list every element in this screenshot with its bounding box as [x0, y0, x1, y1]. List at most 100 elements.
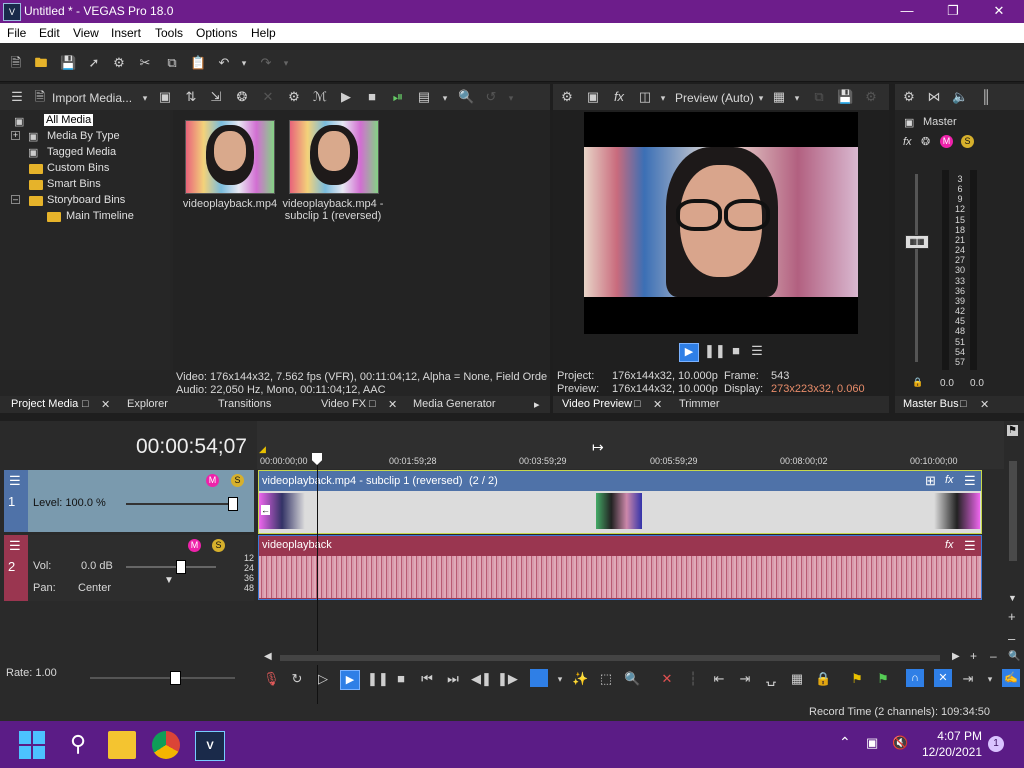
timeline-ruler[interactable]: ◢ 00:00:00;00 00:01:59;28 00:03:59;29 00… [257, 421, 1004, 469]
video-preview-box-icon[interactable]: □ [634, 398, 641, 410]
undo-history-dropdown-icon[interactable]: ▾ [236, 55, 252, 71]
network-icon[interactable]: ▣ [866, 735, 878, 751]
zoom-in-icon[interactable]: + [970, 649, 977, 663]
auto-ripple-icon[interactable]: ⇥ [960, 671, 976, 687]
insert-region-icon[interactable]: ⚑ [875, 671, 891, 687]
next-frame-icon[interactable]: ❚▶ [497, 671, 518, 687]
paste-icon[interactable]: 📋 [190, 55, 206, 71]
mute-icon[interactable]: M [940, 135, 953, 148]
scroll-left-icon[interactable]: ◀ [264, 651, 272, 662]
lock-envelopes-icon[interactable]: ✍ [1002, 669, 1020, 687]
play-media-icon[interactable]: ▶ [338, 89, 354, 105]
timeline-play-button[interactable]: ▶ [340, 670, 360, 690]
menu-file[interactable]: File [7, 26, 26, 40]
loop-playback-icon[interactable]: ↻ [289, 671, 305, 687]
menu-view[interactable]: View [73, 26, 99, 40]
volume-muted-icon[interactable]: 🔇 [892, 735, 908, 751]
playhead-handle[interactable] [312, 453, 322, 465]
scroll-down-icon[interactable]: ▼ [1008, 593, 1017, 603]
audio-clip-menu-icon[interactable]: ☰ [964, 538, 976, 554]
preview-menu-icon[interactable]: ☰ [749, 343, 765, 359]
menu-edit[interactable]: Edit [39, 26, 60, 40]
go-to-start-icon[interactable]: ⏮ [419, 671, 435, 687]
open-folder-icon[interactable]: 🖿 [33, 55, 49, 71]
fx-icon[interactable]: fx [611, 89, 627, 105]
overlays-grid-icon[interactable]: ▦ [771, 89, 787, 105]
menu-help[interactable]: Help [251, 26, 276, 40]
auto-preview-icon[interactable]: ⏯ [390, 89, 406, 105]
solo-icon[interactable]: S [961, 135, 974, 148]
minimize-button[interactable]: — [884, 1, 930, 21]
undo-icon[interactable]: ↶ [216, 55, 232, 71]
tab-close-box-icon[interactable]: □ [82, 398, 89, 410]
delete-icon[interactable]: ✕ [659, 671, 675, 687]
selection-edit-icon[interactable]: ⬚ [598, 671, 614, 687]
preview-play-button[interactable]: ▶ [679, 343, 699, 362]
panel-menu-icon[interactable]: ☰ [9, 89, 25, 105]
envelope-edit-icon[interactable]: ✨ [572, 671, 588, 687]
tab-project-media[interactable]: Project Media [11, 398, 78, 410]
loop-start-marker-icon[interactable]: ◢ [259, 444, 266, 455]
chrome-icon[interactable] [152, 731, 180, 759]
trim-icon[interactable]: ┆ [685, 671, 701, 687]
new-file-icon[interactable]: 🗎 [8, 55, 24, 71]
properties-gear-icon[interactable]: ⚙ [111, 55, 127, 71]
vertical-scroll-thumb[interactable] [1009, 461, 1017, 561]
copy-icon[interactable]: ⧉ [164, 55, 180, 71]
timeline-pause-icon[interactable]: ❚❚ [367, 671, 389, 687]
tab-close-icon[interactable]: ✕ [101, 398, 110, 411]
audio-event-fx-icon[interactable]: fx [945, 539, 954, 551]
master-fader-handle[interactable]: ▦▦ [905, 235, 929, 249]
tree-item-media-by-type[interactable]: Media By Type [47, 130, 120, 142]
horizontal-scroll-thumb[interactable] [280, 655, 940, 661]
vegas-taskbar-icon[interactable]: V [195, 731, 225, 761]
scroll-right-icon[interactable]: ▶ [952, 651, 960, 662]
redo-history-dropdown-icon[interactable]: ▾ [278, 55, 294, 71]
audio-clip[interactable]: videoplayback fx ☰ [258, 535, 982, 600]
tree-collapse-icon[interactable]: – [11, 195, 20, 204]
mixer-settings-icon[interactable]: ⚙ [901, 89, 917, 105]
save-snapshot-icon[interactable]: 💾 [837, 89, 853, 105]
pan-slider-handle-icon[interactable]: ▼ [164, 575, 174, 586]
views-dropdown-icon[interactable]: ▾ [437, 90, 453, 106]
auto-crossfade-icon[interactable]: ✕ [934, 669, 952, 687]
fader-lock-icon[interactable]: 🔒 [912, 377, 923, 388]
menu-insert[interactable]: Insert [111, 26, 141, 40]
close-button[interactable]: ✕ [976, 1, 1022, 21]
master-checkbox-icon[interactable]: ▣ [904, 116, 914, 129]
search-media-icon[interactable]: 🔍 [458, 89, 474, 105]
tree-item-all-media[interactable]: All Media [44, 114, 94, 126]
split-dropdown-icon[interactable]: ▾ [655, 90, 671, 106]
rate-slider-handle[interactable] [170, 671, 181, 685]
ignore-grouping-icon[interactable]: ▦ [789, 671, 805, 687]
video-fx-box-icon[interactable]: □ [369, 398, 376, 410]
video-track-mute-icon[interactable]: M [206, 474, 219, 487]
zoom-in-vertical-icon[interactable]: + [1008, 609, 1016, 624]
trim-end-icon[interactable]: ⇥ [737, 671, 753, 687]
import-media-button[interactable]: Import Media... [52, 91, 132, 105]
master-fx-icon[interactable]: fx [903, 136, 912, 148]
media-fx-icon[interactable]: ❂ [234, 89, 250, 105]
clock-time[interactable]: 4:07 PM [925, 729, 982, 743]
menu-options[interactable]: Options [196, 26, 237, 40]
media-thumbnail-2[interactable] [289, 120, 379, 194]
video-preview-close-icon[interactable]: ✕ [653, 398, 662, 411]
media-thumbnail-1[interactable] [185, 120, 275, 194]
event-fx-icon[interactable]: fx [945, 474, 954, 486]
master-automation-icon[interactable]: ❂ [921, 135, 930, 148]
mixer-faders-icon[interactable]: ║ [978, 89, 994, 105]
edit-tool-dropdown-icon[interactable]: ▾ [552, 671, 568, 687]
tab-trimmer[interactable]: Trimmer [679, 398, 720, 410]
tray-chevron-up-icon[interactable]: ⌃ [839, 734, 851, 751]
redo-icon[interactable]: ↷ [258, 55, 274, 71]
tree-item-tagged-media[interactable]: Tagged Media [47, 146, 116, 158]
tree-item-storyboard-bins[interactable]: Storyboard Bins [47, 194, 125, 206]
event-pan-crop-icon[interactable]: ⊞ [925, 473, 936, 489]
snapping-magnet-icon[interactable]: ∩ [906, 669, 924, 687]
video-track-solo-icon[interactable]: S [231, 474, 244, 487]
timeline-marker-icon[interactable]: ⚑ [1007, 425, 1018, 436]
search-icon[interactable]: ⚲ [64, 731, 92, 759]
clock-date[interactable]: 12/20/2021 [918, 745, 982, 759]
tree-item-custom-bins[interactable]: Custom Bins [47, 162, 109, 174]
file-explorer-icon[interactable] [108, 731, 136, 759]
